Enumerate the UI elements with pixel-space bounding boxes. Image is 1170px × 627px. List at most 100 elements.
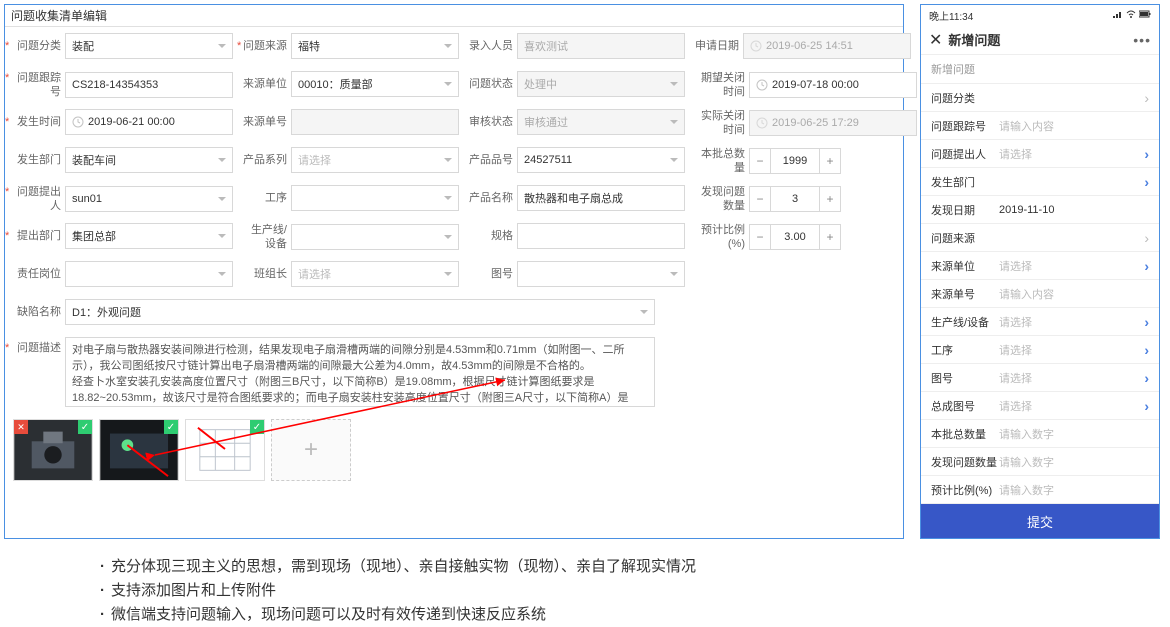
- mobile-row[interactable]: 发现问题数量请输入数字: [921, 448, 1159, 476]
- close-icon[interactable]: ✕: [929, 30, 942, 50]
- mobile-row[interactable]: 问题来源›: [921, 224, 1159, 252]
- add-attachment-button[interactable]: +: [271, 419, 351, 481]
- entry-person-field: 喜欢测试: [517, 33, 685, 59]
- wifi-icon: [1126, 10, 1136, 21]
- process-select[interactable]: [291, 185, 459, 211]
- description-textarea[interactable]: [65, 337, 655, 407]
- mobile-row-value: 请输入内容: [999, 286, 1149, 302]
- attachment-thumb[interactable]: ✓: [99, 419, 179, 481]
- caption-item: 微信端支持问题输入，现场问题可以及时有效传递到快速反应系统: [100, 603, 1170, 627]
- tracking-input[interactable]: CS218-14354353: [65, 72, 233, 98]
- line-equip-select[interactable]: [291, 224, 459, 250]
- src-unit-select[interactable]: 00010：质量部: [291, 71, 459, 97]
- label-dept: 发生部门: [11, 153, 65, 167]
- label-status: 问题状态: [469, 77, 517, 91]
- label-found: 发现问题数量: [695, 185, 749, 213]
- label-team-lead: 班组长: [243, 267, 291, 281]
- found-stepper[interactable]: − 3 +: [749, 186, 841, 212]
- mobile-row-label: 问题分类: [931, 90, 999, 106]
- mobile-row-value: 请选择: [999, 370, 1144, 386]
- mobile-row[interactable]: 工序请选择›: [921, 336, 1159, 364]
- mobile-row[interactable]: 问题跟踪号请输入内容: [921, 112, 1159, 140]
- label-sub-dept: 提出部门: [11, 229, 65, 243]
- spec-field[interactable]: [517, 223, 685, 249]
- mobile-row[interactable]: 发生部门 ›: [921, 168, 1159, 196]
- minus-icon[interactable]: −: [749, 148, 771, 174]
- mobile-row[interactable]: 图号请选择›: [921, 364, 1159, 392]
- mobile-row-label: 来源单位: [931, 258, 999, 274]
- plus-icon[interactable]: +: [819, 148, 841, 174]
- mobile-row-label: 发生部门: [931, 174, 999, 190]
- prod-no-select[interactable]: 24527511: [517, 147, 685, 173]
- drawing-select[interactable]: [517, 261, 685, 287]
- mobile-row[interactable]: 总成图号请选择›: [921, 392, 1159, 420]
- resp-post-select[interactable]: [65, 261, 233, 287]
- series-select[interactable]: 请选择: [291, 147, 459, 173]
- mobile-row-value: 请输入数字: [999, 426, 1149, 442]
- mobile-row-value: 请选择: [999, 258, 1144, 274]
- attachment-strip: ✕ ✓ ✓ ✓ +: [5, 415, 903, 487]
- battery-icon: [1139, 10, 1151, 21]
- plus-icon[interactable]: +: [819, 224, 841, 250]
- attachment-thumb[interactable]: ✓: [185, 419, 265, 481]
- delete-badge-icon[interactable]: ✕: [14, 420, 28, 434]
- mobile-row[interactable]: 生产线/设备请选择›: [921, 308, 1159, 336]
- mobile-row[interactable]: 本批总数量请输入数字: [921, 420, 1159, 448]
- mobile-row-label: 总成图号: [931, 398, 999, 414]
- mobile-row-label: 问题提出人: [931, 146, 999, 162]
- minus-icon[interactable]: −: [749, 224, 771, 250]
- label-entry: 录入人员: [469, 39, 517, 53]
- attachment-thumb[interactable]: ✕ ✓: [13, 419, 93, 481]
- label-series: 产品系列: [243, 153, 291, 167]
- plus-icon[interactable]: +: [819, 186, 841, 212]
- mobile-row[interactable]: 问题提出人请选择›: [921, 140, 1159, 168]
- audit-status-select[interactable]: 审核通过: [517, 109, 685, 135]
- status-select[interactable]: 处理中: [517, 71, 685, 97]
- submitter-select[interactable]: sun01: [65, 186, 233, 212]
- dept-select[interactable]: 装配车间: [65, 147, 233, 173]
- mobile-row[interactable]: 预计比例(%)请输入数字: [921, 476, 1159, 504]
- minus-icon[interactable]: −: [749, 186, 771, 212]
- signal-icon: [1113, 10, 1123, 21]
- team-lead-select[interactable]: 请选择: [291, 261, 459, 287]
- defect-select[interactable]: D1：外观问题: [65, 299, 655, 325]
- mobile-header: ✕ 新增问题 •••: [921, 25, 1159, 55]
- submit-button[interactable]: 提交: [921, 504, 1159, 538]
- happen-time-field[interactable]: 2019-06-21 00:00: [65, 109, 233, 135]
- prod-name-field[interactable]: 散热器和电子扇总成: [517, 185, 685, 211]
- mobile-row[interactable]: 来源单号请输入内容: [921, 280, 1159, 308]
- est-pct-stepper[interactable]: − 3.00 +: [749, 224, 841, 250]
- mobile-statusbar: 晚上11:34: [921, 5, 1159, 25]
- source-select[interactable]: 福特: [291, 33, 459, 59]
- sub-dept-select[interactable]: 集团总部: [65, 223, 233, 249]
- label-tracking: 问题跟踪号: [11, 71, 65, 99]
- label-prod-name: 产品名称: [469, 191, 517, 205]
- mobile-row-label: 问题跟踪号: [931, 118, 999, 134]
- mobile-row-label: 发现日期: [931, 202, 999, 218]
- exp-close-field[interactable]: 2019-07-18 00:00: [749, 72, 917, 98]
- chevron-right-icon: ›: [1144, 342, 1149, 358]
- label-src-unit: 来源单位: [243, 77, 291, 91]
- label-spec: 规格: [469, 229, 517, 243]
- chevron-right-icon: ›: [1144, 174, 1149, 190]
- clock-icon: [756, 79, 768, 91]
- label-apply-date: 申请日期: [695, 39, 743, 53]
- mobile-row-label: 本批总数量: [931, 426, 999, 442]
- mobile-row[interactable]: 来源单位请选择›: [921, 252, 1159, 280]
- clock-icon: [72, 116, 84, 128]
- label-prod-no: 产品品号: [469, 153, 517, 167]
- desktop-form-panel: 问题收集清单编辑 问题分类 装配 问题来源 福特 录入人员 喜欢测试 申请日期 …: [4, 4, 904, 539]
- more-icon[interactable]: •••: [1133, 32, 1151, 48]
- apply-date-field: 2019-06-25 14:51: [743, 33, 911, 59]
- plus-icon: +: [304, 436, 318, 464]
- label-resp-post: 责任岗位: [11, 267, 65, 281]
- batch-stepper[interactable]: − 1999 +: [749, 148, 841, 174]
- mobile-row[interactable]: 发现日期2019-11-10: [921, 196, 1159, 224]
- caption-item: 支持添加图片和上传附件: [100, 579, 1170, 603]
- panel-title: 问题收集清单编辑: [5, 5, 903, 27]
- category-select[interactable]: 装配: [65, 33, 233, 59]
- chevron-right-icon: ›: [1144, 90, 1149, 106]
- label-audit: 审核状态: [469, 115, 517, 129]
- caption-list: 充分体现三现主义的思想，需到现场（现地）、亲自接触实物（现物）、亲自了解现实情况…: [100, 555, 1170, 627]
- mobile-row[interactable]: 问题分类 ›: [921, 84, 1159, 112]
